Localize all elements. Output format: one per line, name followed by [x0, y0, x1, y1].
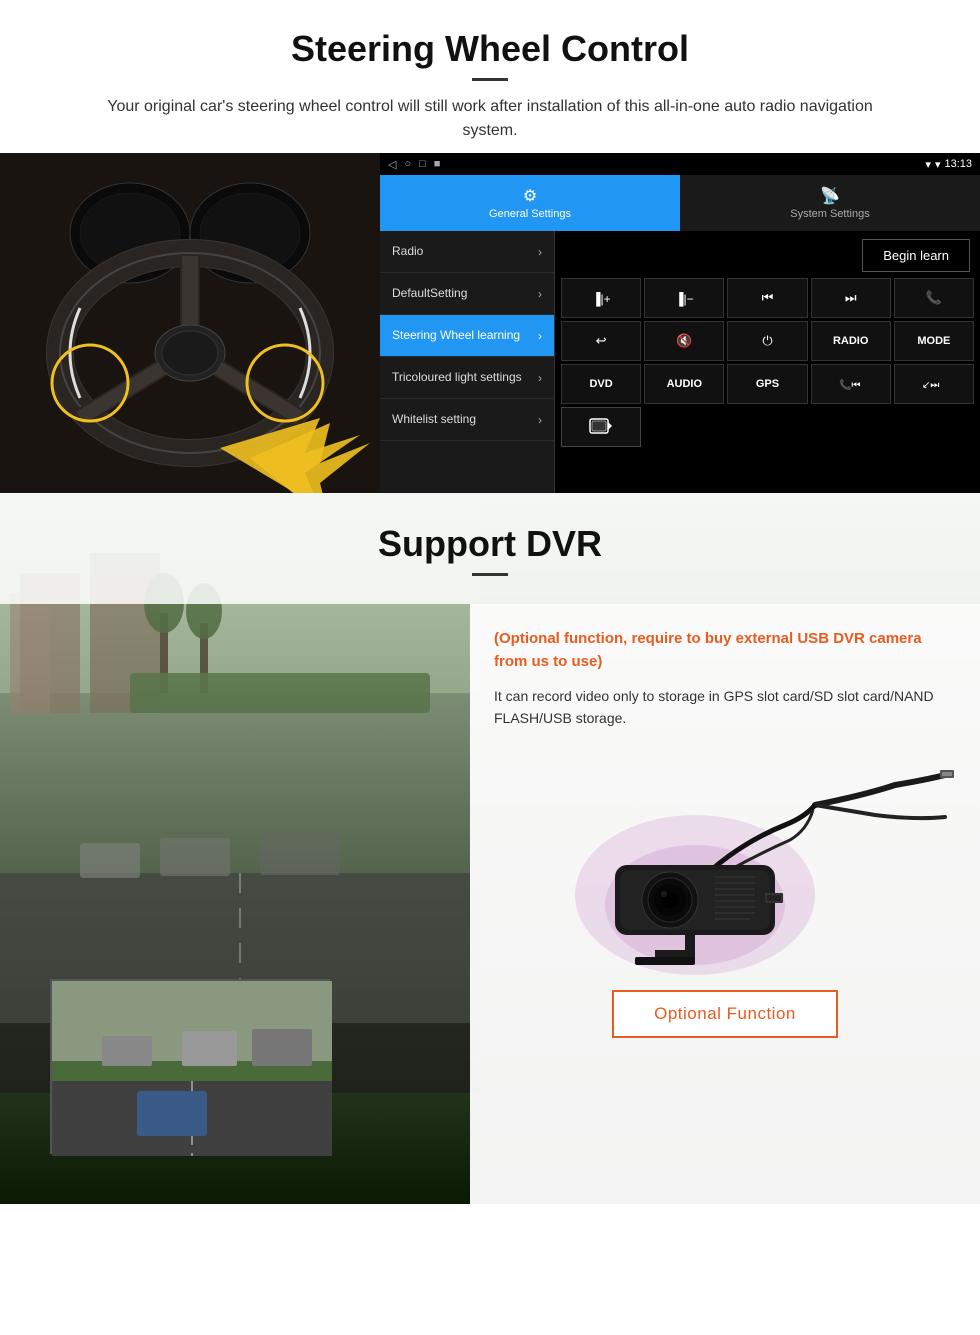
svg-text:▐|−: ▐|−	[675, 292, 694, 307]
chevron-right-icon3: ›	[538, 329, 542, 343]
call-next-button[interactable]: ↙⏭	[894, 364, 974, 404]
back-nav-icon[interactable]: ◁	[388, 158, 396, 171]
steering-controls-area: Begin learn ▐|+ ▐|− ⏮ ⏭ 📞 ↩	[555, 231, 980, 493]
tab-system-settings[interactable]: 📡 System Settings	[680, 175, 980, 231]
power-button[interactable]: ⏻	[727, 321, 807, 361]
signal-icon: ▾	[925, 158, 931, 171]
audio-button[interactable]: AUDIO	[644, 364, 724, 404]
next-button[interactable]: ⏭	[811, 278, 891, 318]
dvr-optional-note: (Optional function, require to buy exter…	[494, 628, 956, 673]
call-button[interactable]: 📞	[894, 278, 974, 318]
swc-title: Steering Wheel Control	[40, 28, 940, 70]
radio-button[interactable]: RADIO	[811, 321, 891, 361]
begin-learn-button[interactable]: Begin learn	[862, 239, 970, 272]
menu-tricoloured-label: Tricoloured light settings	[392, 370, 538, 386]
tab-general-settings[interactable]: ⚙ General Settings	[380, 175, 680, 231]
svg-text:↙⏭: ↙⏭	[922, 380, 939, 391]
menu-default-label: DefaultSetting	[392, 286, 538, 302]
menu-radio-label: Radio	[392, 244, 538, 260]
dvr-description: It can record video only to storage in G…	[494, 685, 956, 730]
swc-header: Steering Wheel Control Your original car…	[0, 0, 980, 153]
time-display: 13:13	[944, 158, 972, 170]
home-nav-icon[interactable]: ○	[404, 158, 411, 171]
control-buttons-grid: ▐|+ ▐|− ⏮ ⏭ 📞 ↩ 🔇 ⏻ RADIO MODE	[561, 278, 974, 447]
chevron-right-icon4: ›	[538, 371, 542, 385]
optional-function-button[interactable]: Optional Function	[612, 990, 838, 1038]
settings-menu: Radio › DefaultSetting › Steering Wheel …	[380, 231, 555, 493]
menu-item-steering-wheel[interactable]: Steering Wheel learning ›	[380, 315, 554, 357]
nav-icons: ◁ ○ □ ■	[388, 158, 440, 171]
dvr-preview-inset	[50, 979, 330, 1154]
vol-up-button[interactable]: ▐|+	[561, 278, 641, 318]
chevron-right-icon2: ›	[538, 287, 542, 301]
swc-ui-panel: ◁ ○ □ ■ ▾ ▾ 13:13 ⚙ General Settings 📡 S…	[0, 153, 980, 493]
chevron-right-icon5: ›	[538, 413, 542, 427]
menu-item-radio[interactable]: Radio ›	[380, 231, 554, 273]
mute-button[interactable]: 🔇	[644, 321, 724, 361]
swc-subtitle: Your original car's steering wheel contr…	[80, 95, 900, 143]
swc-divider	[472, 78, 508, 81]
menu-whitelist-label: Whitelist setting	[392, 412, 538, 428]
gear-icon: ⚙	[523, 186, 537, 206]
recents-nav-icon[interactable]: □	[419, 158, 426, 171]
chevron-right-icon: ›	[538, 245, 542, 259]
vol-down-button[interactable]: ▐|−	[644, 278, 724, 318]
svg-text:📞⏮: 📞⏮	[839, 378, 860, 391]
mode-button[interactable]: MODE	[894, 321, 974, 361]
android-settings-panel: ◁ ○ □ ■ ▾ ▾ 13:13 ⚙ General Settings 📡 S…	[380, 153, 980, 493]
dvr-title: Support DVR	[40, 523, 940, 565]
menu-item-default[interactable]: DefaultSetting ›	[380, 273, 554, 315]
menu-item-tricoloured[interactable]: Tricoloured light settings ›	[380, 357, 554, 399]
dvr-camera-illustration	[494, 750, 956, 970]
app-nav-icon[interactable]: ■	[434, 158, 441, 171]
tab-system-label: System Settings	[790, 208, 869, 220]
dvr-road-photo	[0, 604, 480, 1204]
android-statusbar: ◁ ○ □ ■ ▾ ▾ 13:13	[380, 153, 980, 175]
call-prev-button[interactable]: 📞⏮	[811, 364, 891, 404]
gps-button[interactable]: GPS	[727, 364, 807, 404]
settings-tabs: ⚙ General Settings 📡 System Settings	[380, 175, 980, 231]
dvr-divider	[472, 573, 508, 576]
dvr-section: Support DVR	[0, 493, 980, 1204]
settings-content: Radio › DefaultSetting › Steering Wheel …	[380, 231, 980, 493]
steering-wheel-section: Steering Wheel Control Your original car…	[0, 0, 980, 493]
dvr-button[interactable]	[561, 407, 641, 447]
tab-general-label: General Settings	[489, 208, 571, 220]
system-icon: 📡	[820, 186, 840, 206]
svg-text:▐|+: ▐|+	[592, 292, 611, 307]
dvr-content: (Optional function, require to buy exter…	[0, 604, 980, 1204]
steering-wheel-photo	[0, 153, 380, 493]
wifi-icon: ▾	[935, 158, 941, 171]
dvd-button[interactable]: DVD	[561, 364, 641, 404]
menu-item-whitelist[interactable]: Whitelist setting ›	[380, 399, 554, 441]
hang-up-button[interactable]: ↩	[561, 321, 641, 361]
prev-button[interactable]: ⏮	[727, 278, 807, 318]
dvr-info-box: (Optional function, require to buy exter…	[470, 604, 980, 1204]
menu-steering-label: Steering Wheel learning	[392, 328, 538, 344]
dvr-header: Support DVR	[0, 493, 980, 604]
